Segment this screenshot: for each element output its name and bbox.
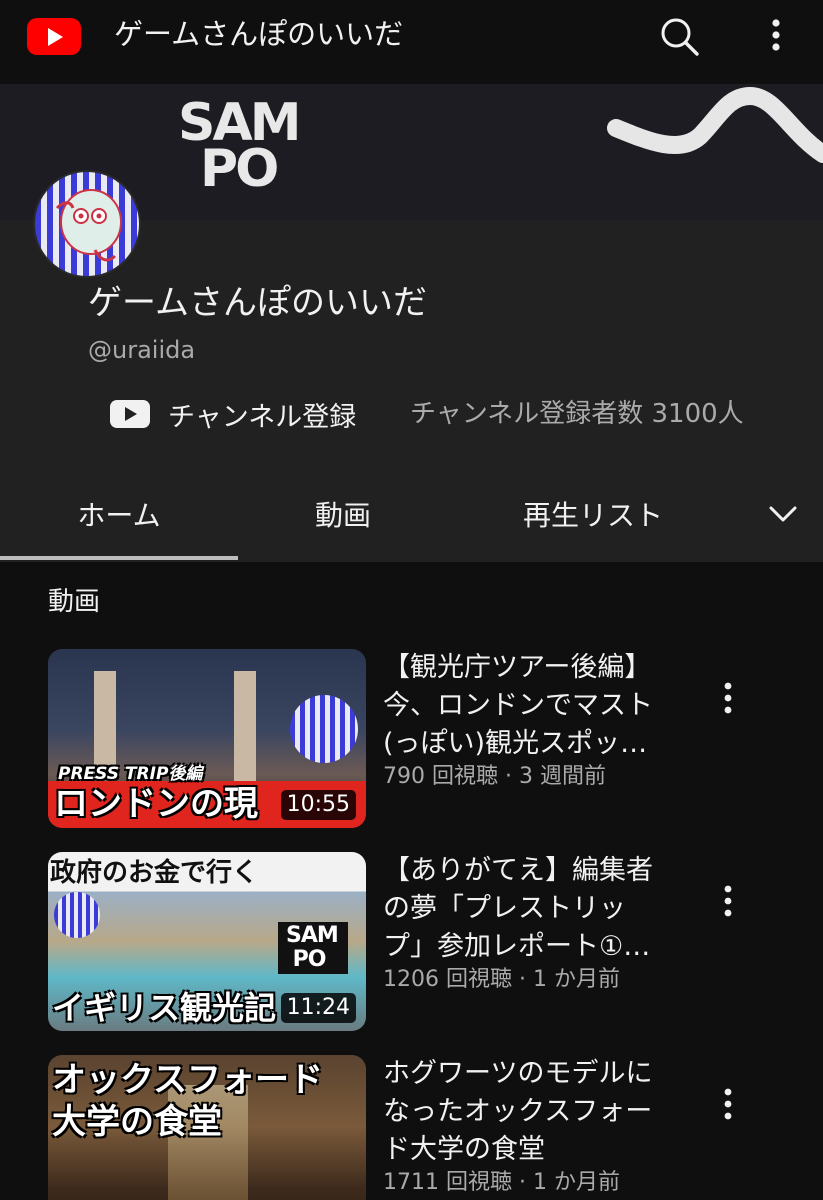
app-bar-title: ゲームさんぽのいいだ: [114, 17, 404, 51]
thumbnail-caption-main: 大学の食堂: [52, 1102, 222, 1142]
video-thumbnail[interactable]: PRESS TRIP後編 ロンドンの現 10:55: [48, 649, 366, 828]
more-vert-icon[interactable]: [712, 1083, 744, 1127]
chevron-down-icon: [769, 506, 797, 522]
video-title[interactable]: ホグワーツのモデルに なったオックスフォー ド大学の食堂: [383, 1055, 683, 1169]
thumbnail-caption-top: 政府のお金で行く: [50, 858, 259, 888]
channel-handle: @uraiida: [88, 336, 196, 364]
subscribe-label: チャンネル登録: [168, 401, 357, 433]
video-duration: 11:24: [280, 993, 356, 1023]
video-title-line: なったオックスフォー: [383, 1096, 653, 1127]
video-meta: 1206 回視聴 · 1 か月前: [383, 967, 620, 992]
thumbnail-caption-top: オックスフォード: [52, 1060, 323, 1100]
video-title[interactable]: 【ありがてえ】編集者 の夢「プレストリッ プ」参加レポート①…: [383, 852, 683, 966]
channel-avatar[interactable]: [33, 170, 141, 278]
video-list-item[interactable]: PRESS TRIP後編 ロンドンの現 10:55 【観光庁ツアー後編】 今、ロ…: [0, 649, 823, 834]
video-title-line: (っぽい)観光スポッ…: [383, 728, 648, 759]
video-title-line: 今、ロンドンでマスト: [383, 690, 653, 721]
tab-playlists[interactable]: 再生リスト: [448, 470, 738, 558]
video-title-line: の夢「プレストリッ: [383, 893, 626, 924]
sampo-logo: SAM PO: [178, 97, 308, 200]
video-thumbnail[interactable]: オックスフォード 大学の食堂: [48, 1055, 366, 1200]
thumbnail-caption-top: PRESS TRIP後編: [58, 764, 203, 784]
video-title-line: 【ありがてえ】編集者: [383, 855, 653, 886]
tab-home[interactable]: ホーム: [0, 470, 238, 558]
video-thumbnail[interactable]: SAM PO 政府のお金で行く イギリス観光記 11:24: [48, 852, 366, 1031]
more-vert-icon[interactable]: [712, 677, 744, 721]
youtube-logo-icon[interactable]: [27, 18, 81, 55]
tab-videos[interactable]: 動画: [238, 470, 448, 558]
channel-tabs: ホーム 動画 再生リスト: [0, 470, 823, 562]
more-vert-icon[interactable]: [756, 12, 796, 62]
video-meta: 790 回視聴 · 3 週間前: [383, 764, 606, 789]
search-icon[interactable]: [655, 12, 705, 62]
video-title-line: ド大学の食堂: [383, 1134, 545, 1165]
section-title: 動画: [48, 587, 101, 617]
video-list-item[interactable]: SAM PO 政府のお金で行く イギリス観光記 11:24 【ありがてえ】編集者…: [0, 852, 823, 1037]
thumbnail-caption-main: イギリス観光記: [52, 989, 277, 1027]
banner-wave-decoration: [607, 86, 823, 163]
video-title-line: 【観光庁ツアー後編】: [383, 652, 652, 683]
video-title-line: プ」参加レポート①…: [383, 931, 651, 962]
video-title[interactable]: 【観光庁ツアー後編】 今、ロンドンでマスト (っぽい)観光スポッ…: [383, 649, 683, 763]
video-list-item[interactable]: オックスフォード 大学の食堂 ホグワーツのモデルに なったオックスフォー ド大学…: [0, 1055, 823, 1200]
subscriber-count: チャンネル登録者数 3100人: [410, 399, 744, 429]
video-meta: 1711 回視聴 · 1 か月前: [383, 1170, 620, 1195]
youtube-play-icon: [110, 400, 150, 428]
top-app-bar: ゲームさんぽのいいだ: [0, 0, 823, 84]
thumbnail-caption-main: ロンドンの現: [54, 784, 258, 824]
channel-name: ゲームさんぽのいいだ: [88, 283, 427, 323]
video-title-line: ホグワーツのモデルに: [383, 1058, 653, 1089]
subscribe-button[interactable]: チャンネル登録: [110, 392, 356, 436]
tabs-expand-button[interactable]: [748, 470, 818, 558]
video-duration: 10:55: [280, 790, 356, 820]
more-vert-icon[interactable]: [712, 880, 744, 924]
tab-selected-indicator: [0, 556, 238, 560]
